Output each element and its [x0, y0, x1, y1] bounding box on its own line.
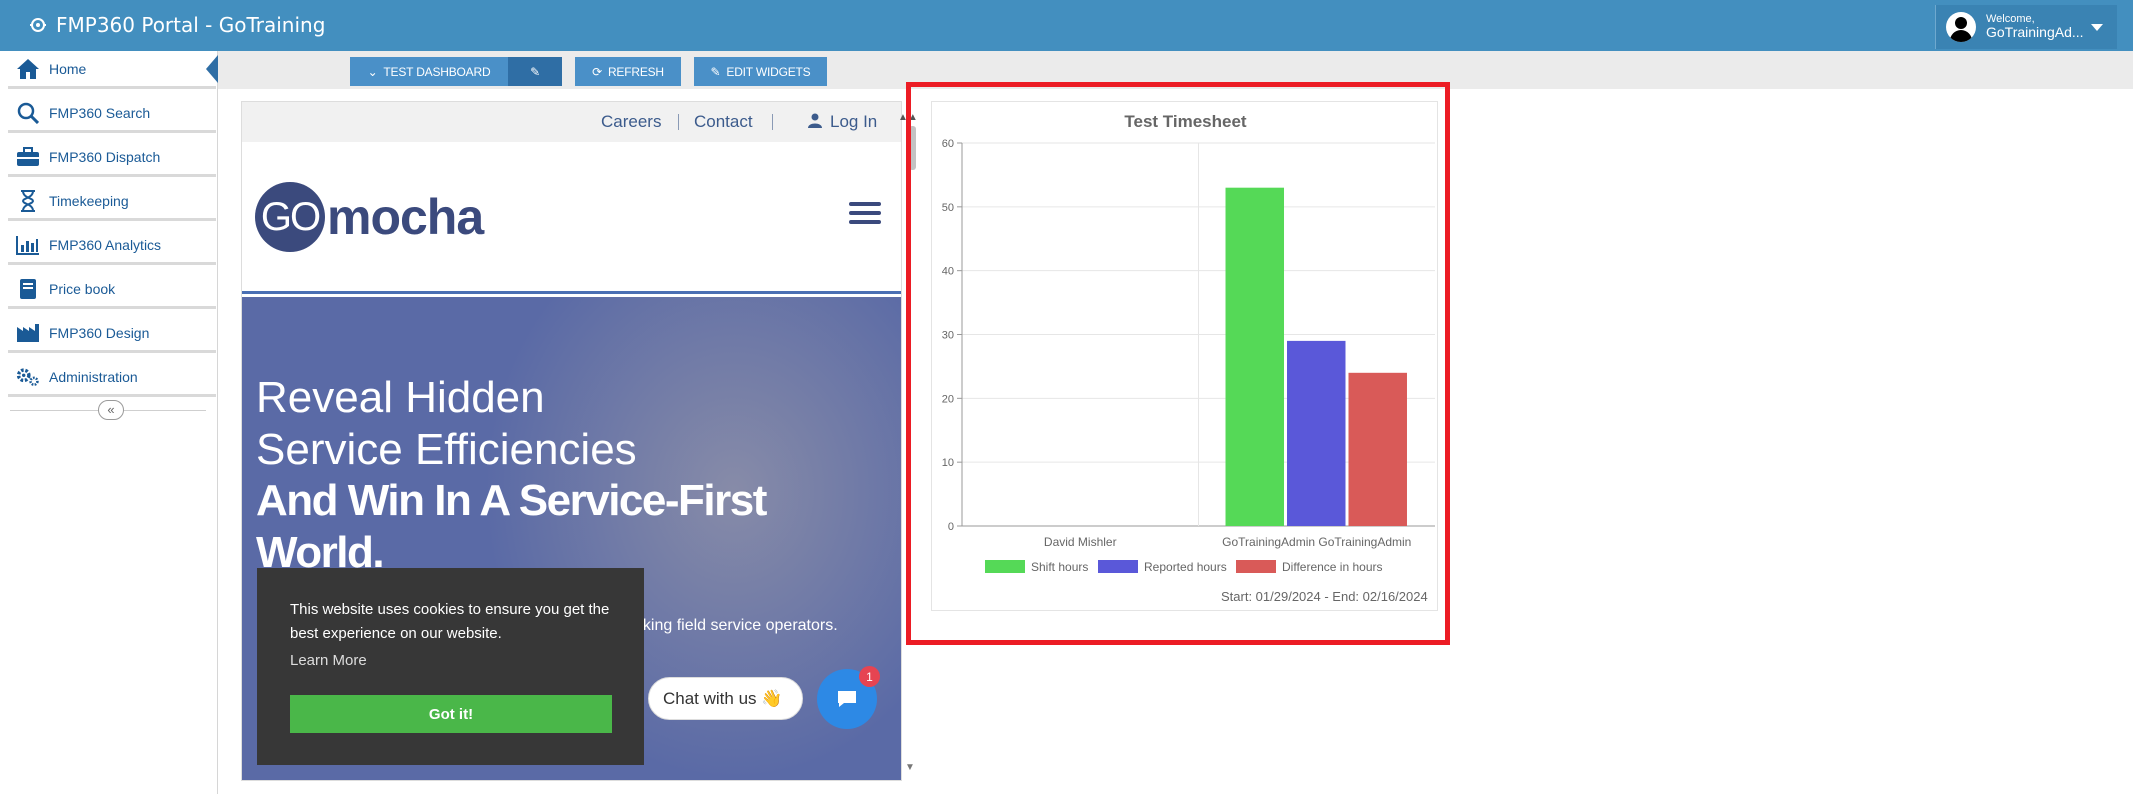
sidebar-item-label: Price book [49, 280, 116, 297]
user-menu[interactable]: Welcome, GoTrainingAd... [1935, 5, 2117, 49]
refresh-label: REFRESH [607, 64, 664, 79]
hourglass-icon [16, 189, 40, 213]
gomocha-logo[interactable]: GO mocha [255, 182, 484, 252]
edit-widgets-label: EDIT WIDGETS [726, 64, 811, 79]
sidebar-item-search[interactable]: FMP360 Search [8, 95, 216, 133]
app-title-wrap: FMP360 Portal - GoTraining [8, 5, 325, 45]
sidebar-item-administration[interactable]: Administration [8, 359, 216, 397]
chevron-down-icon[interactable] [2091, 24, 2103, 31]
hero-heading: Reveal Hidden Service Efficiencies [256, 373, 637, 474]
sidebar-item-analytics[interactable]: FMP360 Analytics [8, 227, 216, 265]
book-icon [16, 277, 40, 301]
portal-logo-icon [30, 18, 46, 32]
user-icon [808, 113, 822, 128]
cookie-banner: This website uses cookies to ensure you … [257, 568, 644, 765]
sidebar: Home FMP360 Search FMP360 Dispatch Timek… [0, 51, 218, 794]
gears-icon [16, 365, 40, 389]
chevron-down-icon: ⌄ [367, 64, 378, 79]
website-header: GO mocha [242, 142, 901, 294]
logo-mocha: mocha [327, 189, 484, 245]
avatar [1946, 12, 1976, 42]
sidebar-item-home[interactable]: Home [8, 51, 218, 89]
chat-icon [838, 691, 856, 707]
refresh-button[interactable]: ⟳ REFRESH [575, 57, 681, 86]
app-title: FMP360 Portal - GoTraining [56, 13, 326, 37]
briefcase-icon [16, 145, 40, 169]
notification-badge: 1 [859, 666, 880, 687]
website-top-nav: Careers Contact Log In [242, 102, 901, 142]
edit-icon: ✎ [710, 64, 721, 79]
chat-button[interactable]: 1 [817, 666, 880, 729]
bar-chart-icon [16, 233, 40, 257]
hamburger-menu-icon[interactable] [849, 202, 881, 224]
sidebar-item-timekeeping[interactable]: Timekeeping [8, 183, 216, 221]
divider [678, 114, 679, 130]
sidebar-item-label: FMP360 Design [49, 324, 150, 341]
highlight-box [906, 82, 1450, 645]
edit-widgets-button[interactable]: ✎ EDIT WIDGETS [694, 57, 827, 86]
top-bar: FMP360 Portal - GoTraining Welcome, GoTr… [0, 0, 2133, 51]
sidebar-item-label: Administration [49, 368, 138, 385]
logo-go: GO [255, 182, 325, 252]
edit-dashboard-button[interactable]: ✎ [508, 57, 562, 86]
dashboard-name: TEST DASHBOARD [383, 64, 491, 79]
home-icon [16, 57, 40, 81]
sidebar-item-dispatch[interactable]: FMP360 Dispatch [8, 139, 216, 177]
chat-prompt[interactable]: Chat with us 👋 [648, 677, 803, 720]
careers-link[interactable]: Careers [601, 112, 661, 132]
divider [772, 114, 773, 130]
sidebar-item-label: FMP360 Search [49, 104, 151, 121]
learn-more-link[interactable]: Learn More [290, 652, 367, 669]
user-name: GoTrainingAd... [1986, 24, 2084, 41]
dashboard-select-button[interactable]: ⌄ TEST DASHBOARD [350, 57, 508, 86]
refresh-icon: ⟳ [592, 64, 602, 79]
sidebar-item-label: Timekeeping [49, 192, 129, 209]
contact-link[interactable]: Contact [694, 112, 753, 132]
search-icon [16, 101, 40, 125]
scroll-down-icon[interactable]: ▼ [905, 762, 915, 773]
login-label: Log In [830, 112, 878, 131]
login-link[interactable]: Log In [808, 112, 877, 132]
sidebar-item-label: Home [49, 60, 87, 77]
sidebar-item-price-book[interactable]: Price book [8, 271, 216, 309]
cookie-message: This website uses cookies to ensure you … [290, 601, 610, 642]
factory-icon [16, 321, 40, 345]
hero-bold-heading: And Win In A Service-First World. [256, 476, 767, 577]
sidebar-item-design[interactable]: FMP360 Design [8, 315, 216, 353]
sidebar-item-label: FMP360 Dispatch [49, 148, 161, 165]
pencil-icon: ✎ [530, 64, 540, 79]
hero-subtext: oking field service operators. [634, 617, 838, 634]
collapse-sidebar-button[interactable]: « [98, 400, 124, 420]
sidebar-item-label: FMP360 Analytics [49, 236, 162, 253]
cookie-accept-button[interactable]: Got it! [290, 695, 612, 733]
